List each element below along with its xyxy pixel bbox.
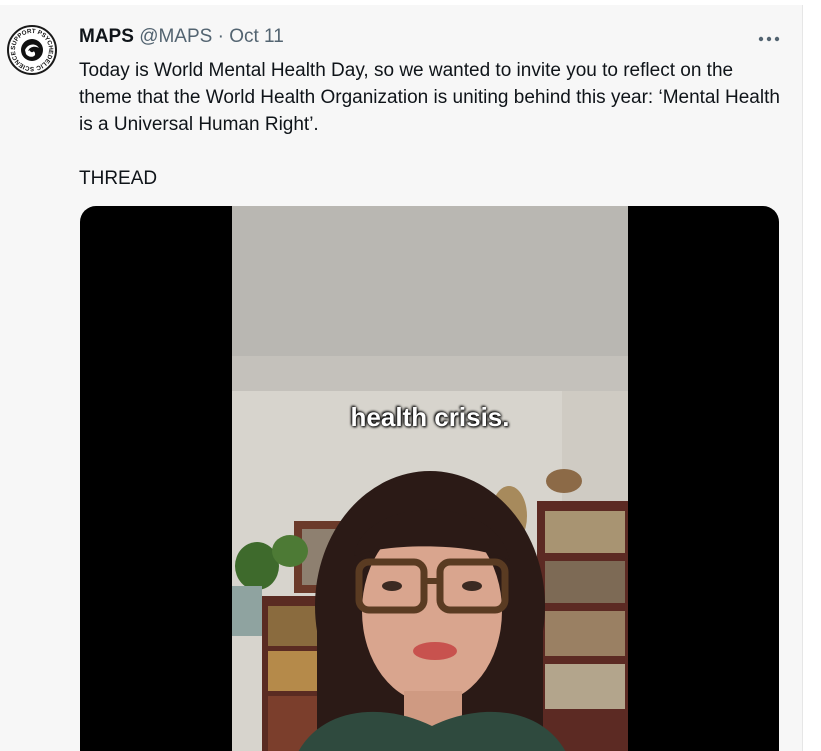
video-caption: health crisis. <box>350 402 510 432</box>
tweet-text: Today is World Mental Health Day, so we … <box>79 57 784 192</box>
more-options-button[interactable] <box>752 27 786 51</box>
thread-label: THREAD <box>79 168 158 189</box>
tweet-text-paragraph: Today is World Mental Health Day, so we … <box>79 60 780 135</box>
tweet-date[interactable]: Oct 11 <box>229 26 284 47</box>
author-handle[interactable]: @MAPS <box>139 26 212 47</box>
tweet-header: MAPS @MAPS · Oct 11 <box>79 25 284 49</box>
maps-logo-icon: SUPPORT PSYCHEDELIC SCIENCE <box>10 28 54 72</box>
more-options-icon <box>758 36 780 42</box>
tweet-card[interactable]: SUPPORT PSYCHEDELIC SCIENCE MAPS @MAPS ·… <box>0 5 803 751</box>
author-name[interactable]: MAPS <box>79 26 134 47</box>
video-thumbnail <box>232 206 628 751</box>
avatar[interactable]: SUPPORT PSYCHEDELIC SCIENCE <box>7 25 57 75</box>
video-frame: health crisis. <box>232 206 628 751</box>
meta-separator: · <box>217 26 224 47</box>
video-player[interactable]: health crisis. <box>80 206 779 751</box>
